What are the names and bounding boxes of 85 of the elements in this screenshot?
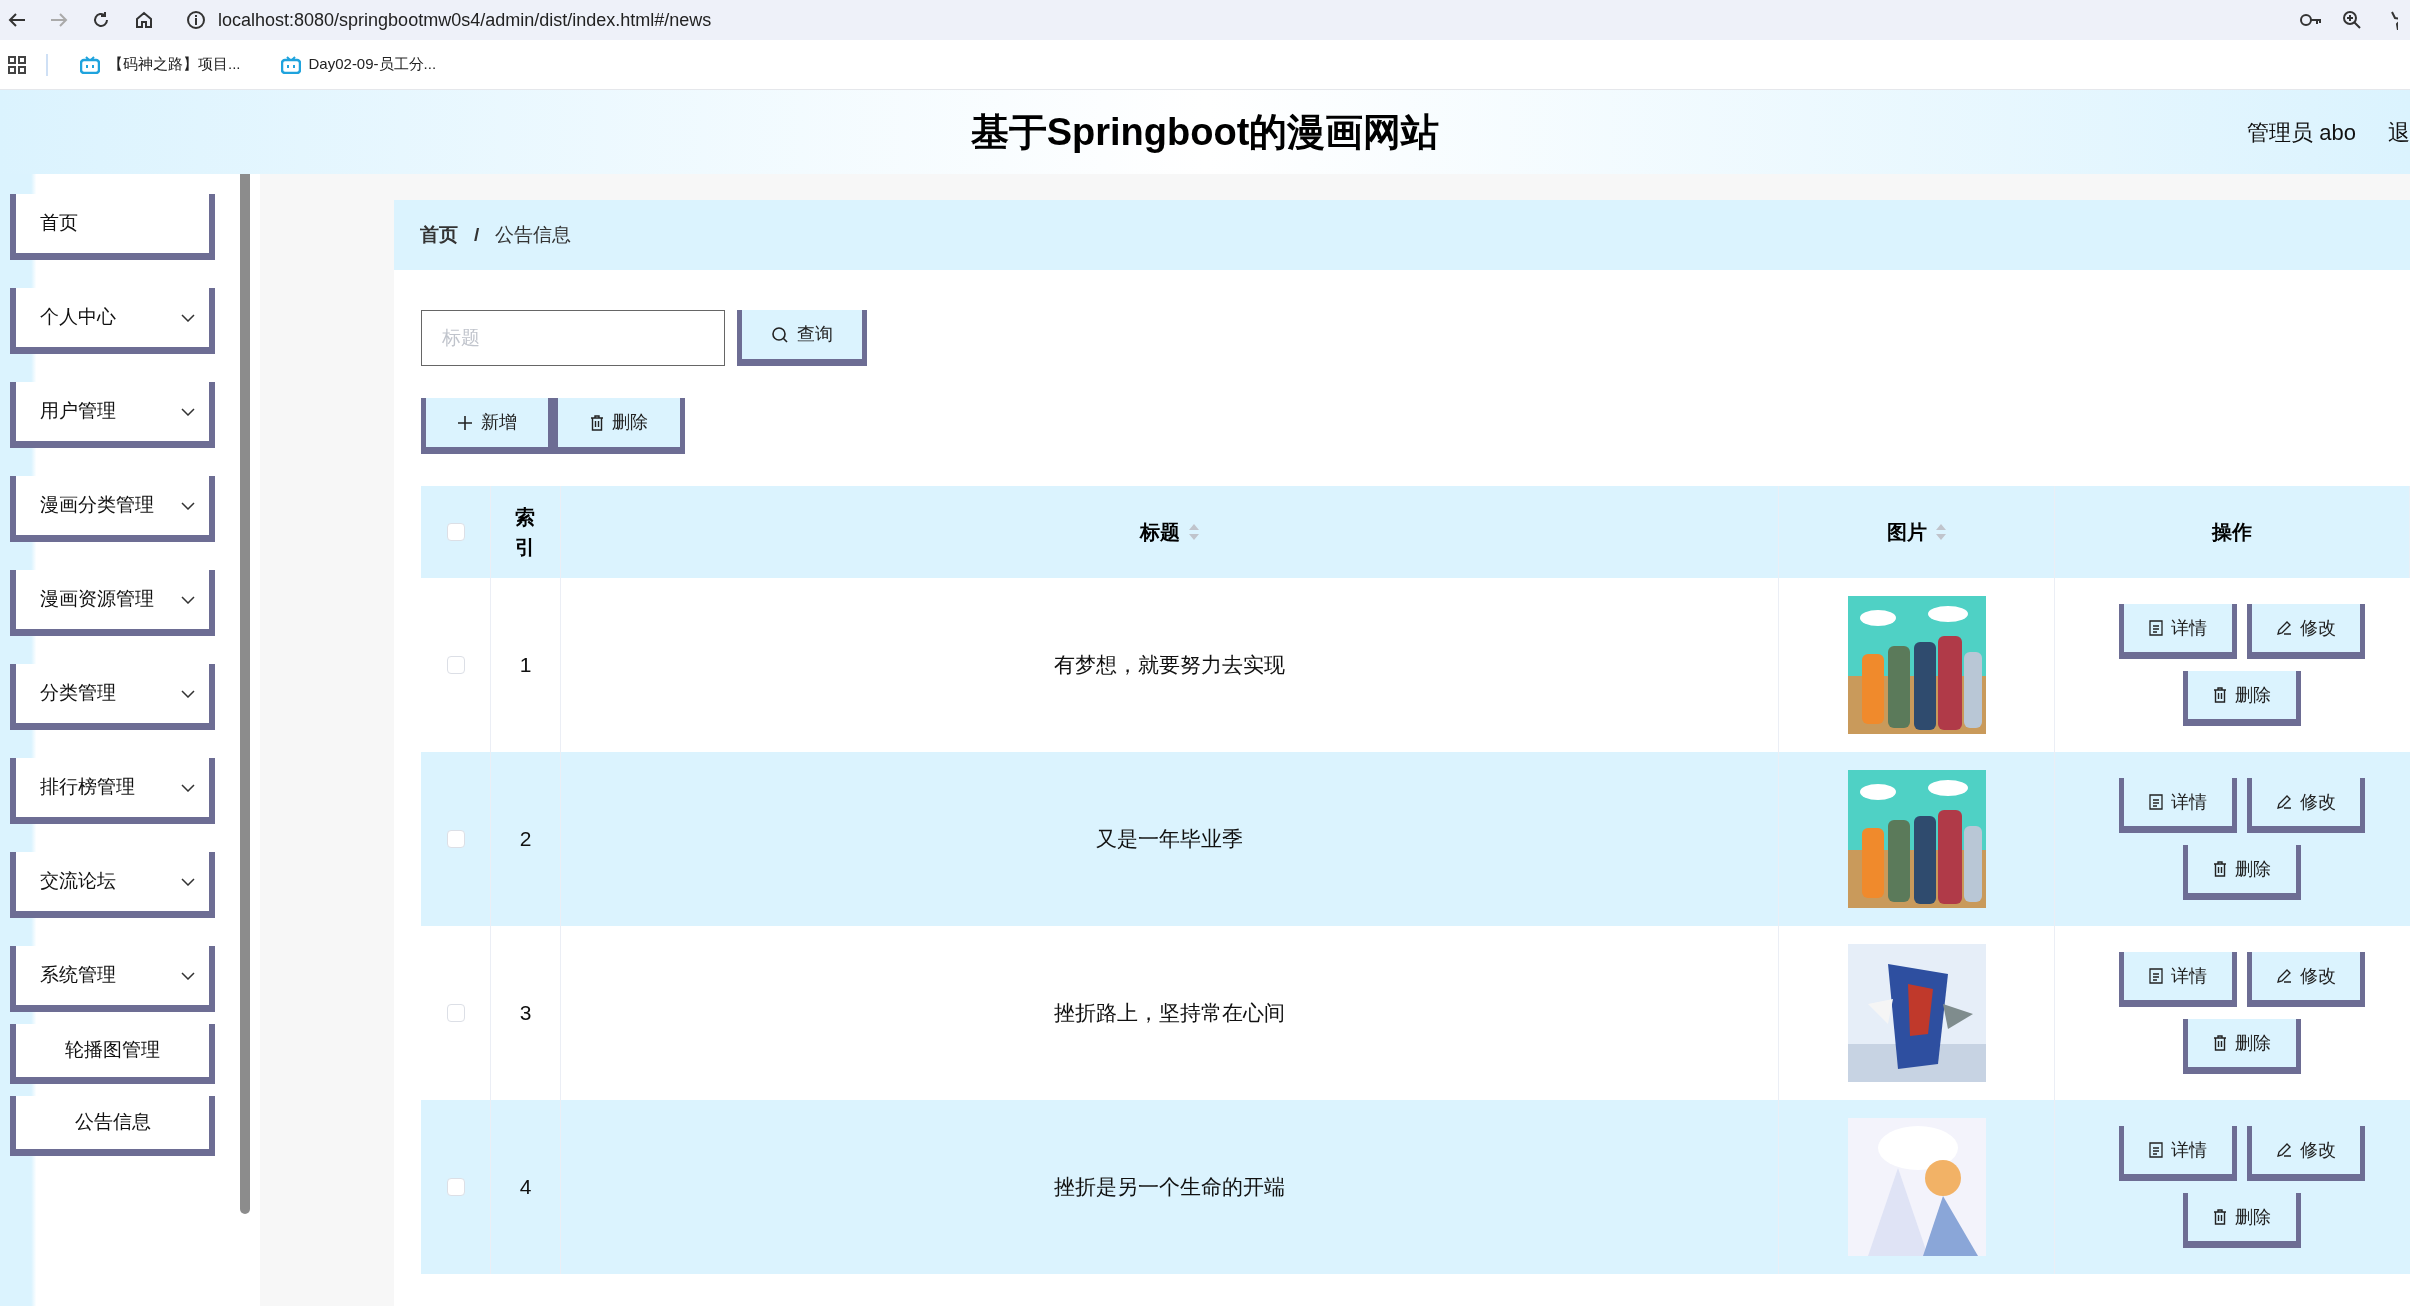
index-cell-text: 2 [519, 826, 532, 853]
sidebar-menu-item[interactable]: 漫画分类管理 [10, 476, 215, 542]
select-all-checkbox[interactable] [446, 523, 465, 541]
pencil-icon [2275, 620, 2292, 636]
title-cell-text: 又是一年毕业季 [1096, 826, 1243, 853]
breadcrumb-item[interactable]: 首页 [420, 220, 458, 250]
row-checkbox[interactable] [446, 1178, 465, 1196]
chevron-down-icon [181, 689, 195, 698]
chevron-down-icon [181, 783, 195, 792]
index-cell-text: 1 [519, 652, 532, 679]
key-icon[interactable] [2300, 13, 2322, 27]
edit-button[interactable]: 修改 [2246, 1126, 2365, 1181]
sidebar-menu-item[interactable]: 用户管理 [10, 382, 215, 448]
info-icon[interactable] [186, 10, 206, 30]
back-icon[interactable] [8, 12, 26, 28]
edit-button[interactable]: 修改 [2246, 778, 2365, 833]
bookmark-link[interactable]: Day02-09-员工分... [308, 53, 437, 76]
sidebar-menu-item[interactable]: 排行榜管理 [10, 758, 215, 824]
edit-button[interactable]: 修改 [2246, 952, 2365, 1007]
sidebar-menu-item[interactable]: 系统管理 [10, 946, 215, 1012]
title-cell-text: 挫折路上，坚持常在心间 [1054, 1000, 1285, 1027]
row-delete-button[interactable]: 删除 [2182, 845, 2301, 900]
index-cell-text: 3 [519, 1000, 532, 1027]
trash-icon [2212, 861, 2227, 877]
title-cell-text: 有梦想，就要努力去实现 [1054, 652, 1285, 679]
search-icon [771, 325, 789, 344]
user-name: 管理员 abo [2247, 118, 2356, 147]
details-button[interactable]: 详情 [2118, 778, 2237, 833]
document-icon [2148, 620, 2163, 636]
document-icon [2148, 968, 2163, 984]
sidebar-menu-item[interactable]: 漫画资源管理 [10, 570, 215, 636]
edit-button[interactable]: 修改 [2246, 604, 2365, 659]
sidebar-menu-item[interactable]: 个人中心 [10, 288, 215, 354]
row-checkbox[interactable] [446, 830, 465, 848]
sidebar-menu-item[interactable]: 分类管理 [10, 664, 215, 730]
sidebar-menu-item[interactable]: 轮播图管理 [10, 1024, 215, 1084]
chevron-down-icon [181, 407, 195, 416]
reload-icon[interactable] [92, 11, 110, 29]
apps-icon[interactable] [8, 55, 26, 74]
chevron-down-icon [181, 313, 195, 322]
pencil-icon [2275, 968, 2292, 984]
home-icon[interactable] [134, 10, 154, 30]
site-title: 基于Springboot的漫画网站 [970, 109, 1440, 155]
zoom-icon[interactable] [2342, 10, 2362, 30]
row-delete-button[interactable]: 删除 [2182, 671, 2301, 726]
chevron-down-icon [181, 501, 195, 510]
breadcrumb-separator: / [474, 222, 480, 247]
column-header: 索引 [514, 505, 536, 560]
row-delete-button[interactable]: 删除 [2182, 1019, 2301, 1074]
index-cell-text: 4 [519, 1174, 532, 1201]
details-button[interactable]: 详情 [2118, 604, 2237, 659]
search-button[interactable]: 查询 [737, 310, 867, 366]
chevron-down-icon [181, 971, 195, 980]
document-icon [2148, 1142, 2163, 1158]
sidebar-menu-item[interactable]: 交流论坛 [10, 852, 215, 918]
sidebar-menu-item[interactable]: 首页 [10, 194, 215, 260]
pencil-icon [2275, 1142, 2292, 1158]
add-button[interactable]: 新增 [421, 398, 553, 454]
breadcrumb-item[interactable]: 公告信息 [495, 220, 572, 250]
tv-icon [280, 55, 301, 74]
search-field[interactable]: 标题 [421, 310, 725, 366]
column-header: 操作 [2212, 520, 2252, 545]
chevron-down-icon [181, 877, 195, 886]
row-delete-button[interactable]: 删除 [2182, 1193, 2301, 1248]
row-checkbox[interactable] [446, 1004, 465, 1022]
chevron-down-icon [181, 595, 195, 604]
plus-icon [457, 414, 473, 431]
pencil-icon [2275, 794, 2292, 810]
trash-icon [2212, 1035, 2227, 1051]
bookmark-link[interactable]: 【码神之路】项目... [108, 53, 241, 76]
delete-button[interactable]: 删除 [553, 398, 685, 454]
tv-icon [80, 55, 100, 74]
trash-icon [2212, 1209, 2227, 1225]
column-header[interactable]: 图片 [1886, 517, 1927, 547]
row-checkbox[interactable] [446, 656, 465, 674]
sidebar-menu-item[interactable]: 公告信息 [10, 1096, 215, 1156]
title-cell-text: 挫折是另一个生命的开端 [1054, 1174, 1285, 1201]
trash-icon [590, 414, 604, 431]
column-header[interactable]: 标题 [1139, 517, 1180, 547]
trash-icon [2212, 687, 2227, 703]
document-icon [2148, 794, 2163, 810]
details-button[interactable]: 详情 [2118, 952, 2237, 1007]
details-button[interactable]: 详情 [2118, 1126, 2237, 1181]
logout-link[interactable]: 退 [2388, 115, 2410, 149]
url-text[interactable]: localhost:8080/springbootmw0s4/admin/dist/index.html#/news [218, 6, 712, 34]
